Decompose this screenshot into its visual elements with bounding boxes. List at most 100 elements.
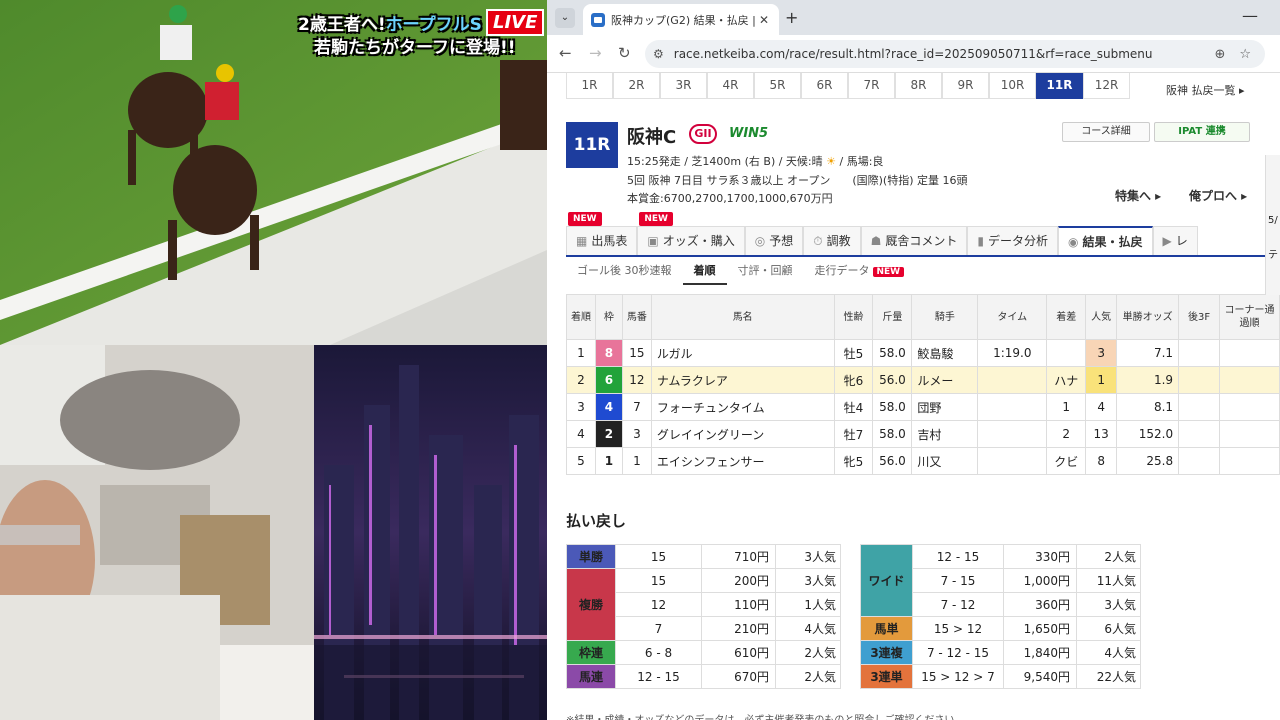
horse-name-link[interactable]: ルガル (650, 339, 835, 367)
jockey-link[interactable]: 鮫島駿 (911, 339, 979, 367)
browser-tab[interactable]: 阪神カップ(G2) 結果・払戻 | 2025 ✕ (583, 4, 779, 35)
table-row[interactable]: 3 4 7 フォーチュンタイム 牡4 58.0 団野 1 4 8.1 (566, 393, 1280, 421)
coins-icon: ◉ (1068, 235, 1079, 249)
horse-name-link[interactable]: グレイイングリーン (650, 420, 835, 448)
sunny-icon: ☀ (826, 155, 837, 168)
finish-rank: 5 (566, 447, 596, 475)
race-menu-tabs: ▦ 出馬表 NEW ▣ オッズ・購入 NEW ◎ 予想 ⏱ 調教 ☗ 厩舎コメント ▮ データ分析 ◉ 結果・… (566, 212, 1280, 257)
payout-amount: 670円 (701, 664, 776, 689)
zoom-icon[interactable]: ⊕ (1214, 47, 1225, 62)
hanshin-payout-link[interactable]: 阪神 払戻一覧 ▸ (1166, 82, 1245, 98)
race-name: 阪神C (627, 127, 677, 148)
race-tab-11r[interactable]: 11R (1036, 73, 1083, 99)
netkeiba-favicon-icon (591, 12, 605, 27)
url-text: race.netkeiba.com/race/result.html?race_… (673, 47, 1153, 61)
table-row[interactable]: 5 1 1 エイシンフェンサー 牝5 56.0 川又 クビ 8 25.8 (566, 447, 1280, 475)
race-tab-7r[interactable]: 7R (848, 73, 895, 99)
table-row[interactable]: 1 8 15 ルガル 牡5 58.0 鮫島駿 1:19.0 3 7.1 (566, 339, 1280, 367)
result-sub-tabs: ゴール後 30秒速報 着順 寸評・回顧 走行データ NEW (566, 259, 915, 285)
tab-prediction[interactable]: ◎ 予想 (744, 226, 804, 255)
race-tab-3r[interactable]: 3R (660, 73, 707, 99)
tab-data-analysis[interactable]: ▮ データ分析 (967, 226, 1059, 255)
new-badge: NEW (639, 212, 673, 226)
jockey-link[interactable]: 吉村 (911, 420, 979, 448)
payout-amount: 330円 (1003, 544, 1077, 569)
peek-text-1: 5/ (1268, 215, 1278, 226)
race-tab-1r[interactable]: 1R (566, 73, 613, 99)
forward-icon[interactable]: → (589, 44, 602, 62)
last-3f (1178, 366, 1221, 394)
table-row[interactable]: 2 6 12 ナムラクレア 牝6 56.0 ルメー ハナ 1 1.9 (566, 366, 1280, 394)
payout-popularity: 4人気 (1076, 640, 1141, 665)
city-art (314, 345, 547, 720)
horse-name-link[interactable]: フォーチュンタイム (650, 393, 835, 421)
payout-combo: 7 - 12 - 15 (912, 640, 1004, 665)
finish-time (977, 393, 1048, 421)
horse-name-link[interactable]: ナムラクレア (650, 366, 835, 394)
ipat-link-button[interactable]: IPAT 連携 (1154, 122, 1250, 142)
race-tab-6r[interactable]: 6R (801, 73, 848, 99)
popularity: 1 (1085, 366, 1118, 394)
payout-row: 枠連 6 - 8 610円 2人気 (566, 640, 841, 665)
jockey-link[interactable]: 団野 (911, 393, 979, 421)
feature-link[interactable]: 特集へ ▸ (1115, 187, 1161, 204)
payout-type-wide: ワイド (860, 544, 913, 617)
bookmark-star-icon[interactable]: ☆ (1239, 47, 1251, 62)
payout-popularity: 4人気 (775, 616, 841, 641)
browser-toolbar: ← → ↻ ⚙ race.netkeiba.com/race/result.ht… (547, 35, 1280, 73)
sub-tab-goal-flash[interactable]: ゴール後 30秒速報 (566, 259, 683, 285)
horse-number: 15 (621, 339, 652, 367)
race-tab-12r[interactable]: 12R (1083, 73, 1130, 99)
back-icon[interactable]: ← (559, 44, 572, 62)
horse-number: 12 (621, 366, 652, 394)
new-tab-icon[interactable]: + (785, 8, 798, 27)
reload-icon[interactable]: ↻ (618, 44, 631, 62)
popularity: 4 (1085, 393, 1118, 421)
live-badge: LIVE (486, 9, 545, 36)
table-row[interactable]: 4 2 3 グレイイングリーン 牡7 58.0 吉村 2 13 152.0 (566, 420, 1280, 448)
payout-amount: 1,840円 (1003, 640, 1077, 665)
tab-results[interactable]: ◉ 結果・払戻 (1058, 226, 1153, 255)
tab-entries[interactable]: ▦ 出馬表 NEW (566, 212, 638, 255)
browser-window: ⌄ 阪神カップ(G2) 結果・払戻 | 2025 ✕ + — ← → ↻ ⚙ r… (547, 0, 1280, 720)
minimize-icon[interactable]: — (1242, 6, 1258, 25)
payout-amount: 1,650円 (1003, 616, 1077, 641)
tab-search-button[interactable]: ⌄ (555, 8, 575, 28)
tab-stable-comment[interactable]: ☗ 厩舎コメント (860, 226, 968, 255)
margin (1046, 339, 1087, 367)
sub-tab-review[interactable]: 寸評・回顧 (727, 259, 804, 285)
new-badge: NEW (568, 212, 602, 226)
payout-row: ワイド 12 - 15 330円 2人気 (860, 544, 1141, 617)
race-tab-9r[interactable]: 9R (942, 73, 989, 99)
odds-icon: ▣ (647, 234, 659, 248)
tab-training[interactable]: ⏱ 調教 (803, 226, 861, 255)
tab-odds[interactable]: ▣ オッズ・購入 NEW (637, 212, 745, 255)
jockey-link[interactable]: 川又 (911, 447, 979, 475)
horse-name-link[interactable]: エイシンフェンサー (650, 447, 835, 475)
close-icon[interactable]: ✕ (757, 13, 771, 27)
corner-order (1219, 447, 1280, 475)
waku-cell: 6 (594, 366, 623, 394)
course-detail-button[interactable]: コース詳細 (1062, 122, 1150, 142)
result-header-cell: 人気 (1085, 294, 1118, 340)
address-bar[interactable]: ⚙ race.netkeiba.com/race/result.html?rac… (645, 40, 1265, 68)
webcam-video (0, 345, 314, 720)
site-info-icon[interactable]: ⚙ (653, 47, 664, 61)
oreno-pro-link[interactable]: 俺プロへ ▸ (1189, 187, 1247, 204)
play-icon: ▶ (1162, 234, 1172, 248)
sub-tab-running-data[interactable]: 走行データ NEW (804, 259, 916, 285)
finish-time (977, 447, 1048, 475)
bar-chart-icon: ▮ (977, 234, 984, 248)
tab-more[interactable]: ▶ レ (1152, 226, 1198, 255)
race-tab-5r[interactable]: 5R (754, 73, 801, 99)
win5-logo: WIN5 (729, 126, 769, 141)
race-tab-8r[interactable]: 8R (895, 73, 942, 99)
race-tab-2r[interactable]: 2R (613, 73, 660, 99)
carried-weight: 58.0 (872, 420, 913, 448)
race-tab-10r[interactable]: 10R (989, 73, 1036, 99)
race-tab-4r[interactable]: 4R (707, 73, 754, 99)
peek-text-2: テ (1268, 250, 1278, 261)
jockey-link[interactable]: ルメー (911, 366, 979, 394)
city-wallpaper (314, 345, 547, 720)
sub-tab-finish-order[interactable]: 着順 (682, 259, 727, 285)
